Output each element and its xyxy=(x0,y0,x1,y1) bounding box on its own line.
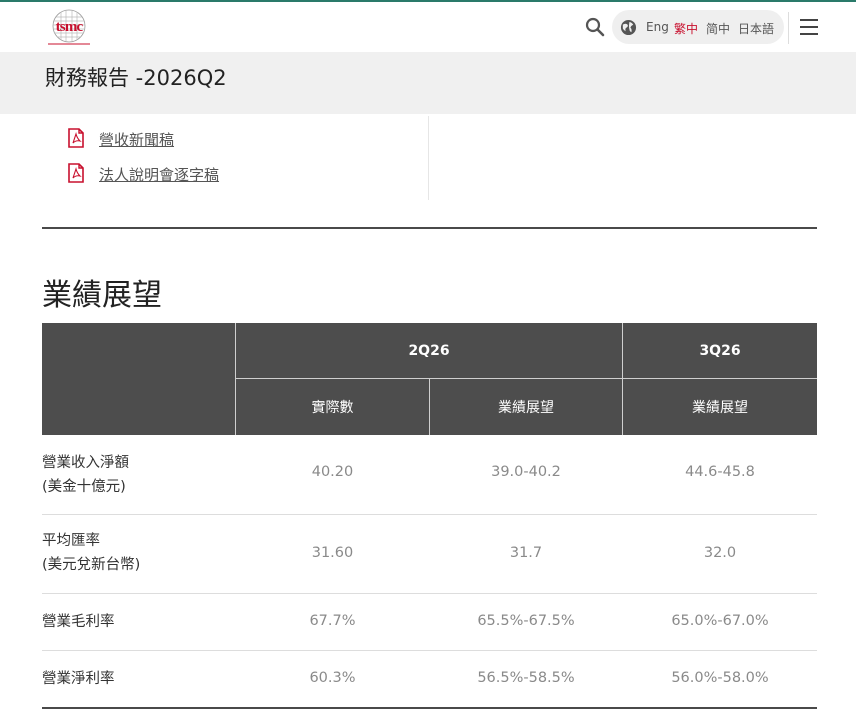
header-3q26: 3Q26 xyxy=(623,323,817,378)
row-label: 營業收入淨額 (美金十億元) xyxy=(42,451,129,499)
row-label: 營業毛利率 xyxy=(42,614,115,630)
column-divider xyxy=(428,116,429,200)
subheader-guidance-2q26: 業績展望 xyxy=(430,379,622,435)
language-switcher: Eng 繁中 简中 日本語 xyxy=(612,10,784,44)
row-label-unit: (美金十億元) xyxy=(42,479,126,495)
lang-english[interactable]: Eng xyxy=(646,20,669,34)
row-label-line: 平均匯率 xyxy=(42,533,100,549)
table-row: 營業淨利率 60.3% 56.5%-58.5% 56.0%-58.0% xyxy=(42,651,817,709)
cell-value: 56.5%-58.5% xyxy=(477,670,575,686)
header-divider xyxy=(429,379,430,435)
pdf-icon xyxy=(68,163,84,183)
row-label-unit: (美元兌新台幣) xyxy=(42,557,141,573)
search-icon[interactable] xyxy=(584,16,606,38)
subheader-guidance-3q26: 業績展望 xyxy=(623,379,817,435)
subheader-actual: 實際數 xyxy=(236,379,429,435)
row-label-line: 營業收入淨額 xyxy=(42,455,129,471)
tsmc-logo[interactable]: tsmc xyxy=(44,8,94,48)
cell-value: 31.7 xyxy=(509,545,543,561)
table-corner-header xyxy=(42,323,235,435)
table-row: 營業毛利率 67.7% 65.5%-67.5% 65.0%-67.0% xyxy=(42,594,817,651)
svg-text:tsmc: tsmc xyxy=(56,19,84,35)
link-label[interactable]: 營收新聞稿 xyxy=(99,129,174,150)
hamburger-menu-icon[interactable] xyxy=(800,19,818,35)
cell-value: 67.7% xyxy=(309,613,356,629)
lang-simplified-chinese[interactable]: 简中 xyxy=(706,20,730,37)
table-row: 平均匯率 (美元兌新台幣) 31.60 31.7 32.0 xyxy=(42,515,817,594)
globe-icon xyxy=(620,19,637,36)
header-2q26: 2Q26 xyxy=(236,323,622,378)
cell-value: 44.6-45.8 xyxy=(685,464,755,480)
lang-japanese[interactable]: 日本語 xyxy=(738,20,774,37)
header-divider xyxy=(236,378,817,379)
cell-value: 31.60 xyxy=(311,545,354,561)
header-divider xyxy=(235,323,236,435)
pdf-icon xyxy=(68,128,84,148)
row-label: 平均匯率 (美元兌新台幣) xyxy=(42,529,140,577)
cell-value: 39.0-40.2 xyxy=(491,464,561,480)
cell-value: 56.0%-58.0% xyxy=(671,670,769,686)
lang-traditional-chinese[interactable]: 繁中 xyxy=(674,20,698,37)
cell-value: 60.3% xyxy=(309,670,356,686)
header-divider xyxy=(788,12,789,44)
row-label: 營業淨利率 xyxy=(42,671,115,687)
cell-value: 65.5%-67.5% xyxy=(477,613,575,629)
cell-value: 32.0 xyxy=(703,545,737,561)
site-header: tsmc Eng 繁中 简中 日本語 xyxy=(0,2,856,52)
cell-value: 65.0%-67.0% xyxy=(671,613,769,629)
section-divider xyxy=(42,227,817,229)
table-row: 營業收入淨額 (美金十億元) 40.20 39.0-40.2 44.6-45.8 xyxy=(42,435,817,515)
outlook-section-title: 業績展望 xyxy=(42,278,162,313)
link-label[interactable]: 法人說明會逐字稿 xyxy=(99,164,219,185)
cell-value: 40.20 xyxy=(311,464,354,480)
header-divider xyxy=(622,323,623,435)
page-title: 財務報告 -2026Q2 xyxy=(45,66,227,90)
